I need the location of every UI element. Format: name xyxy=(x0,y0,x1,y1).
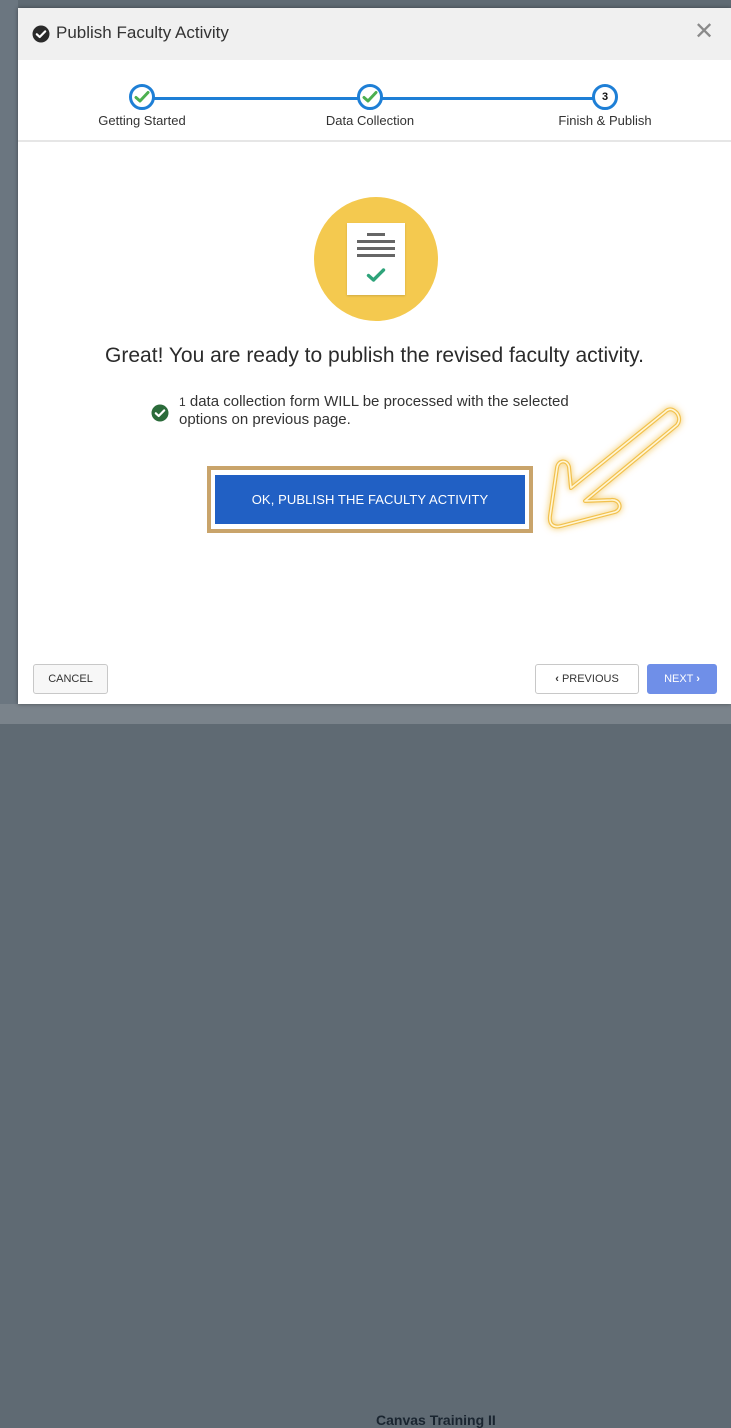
page-backdrop xyxy=(0,0,18,724)
background-page-text: Canvas Training II xyxy=(376,1412,496,1428)
step-3-label: Finish & Publish xyxy=(558,113,652,128)
form-count: 1 xyxy=(179,395,186,409)
chevron-right-icon: › xyxy=(696,673,700,685)
modal-header: Publish Faculty Activity ✕ xyxy=(18,8,731,61)
previous-label: PREVIOUS xyxy=(561,673,619,685)
step-2-label: Data Collection xyxy=(325,113,415,128)
check-icon xyxy=(362,91,378,103)
next-label: NEXT xyxy=(664,673,694,685)
note-body: data collection form WILL be processed w… xyxy=(179,393,569,428)
step-1-complete-node xyxy=(129,84,155,110)
check-icon xyxy=(134,91,150,103)
document-icon xyxy=(347,223,405,295)
next-button[interactable]: NEXT › xyxy=(647,664,717,694)
modal-title: Publish Faculty Activity xyxy=(56,23,229,42)
page-backdrop-bottom: Canvas Training II xyxy=(0,704,731,1428)
close-icon[interactable]: ✕ xyxy=(692,20,716,44)
check-icon xyxy=(366,268,386,282)
step-3-number: 3 xyxy=(601,91,609,103)
document-check-illustration xyxy=(314,197,438,321)
check-circle-icon xyxy=(32,25,50,43)
previous-button[interactable]: ‹ PREVIOUS xyxy=(535,664,639,694)
ready-headline: Great! You are ready to publish the revi… xyxy=(105,344,644,367)
step-1-label: Getting Started xyxy=(98,113,186,128)
cancel-button[interactable]: CANCEL xyxy=(33,664,108,694)
step-2-complete-node xyxy=(357,84,383,110)
publish-modal: Publish Faculty Activity ✕ Getting Start… xyxy=(18,8,731,704)
annotation-arrow-icon xyxy=(547,407,682,529)
check-circle-icon xyxy=(151,404,169,422)
publish-button[interactable]: OK, PUBLISH THE FACULTY ACTIVITY xyxy=(215,475,525,524)
step-3-current-node: 3 xyxy=(592,84,618,110)
progress-stepper: Getting Started Data Collection 3 Finish… xyxy=(18,60,731,142)
chevron-left-icon: ‹ xyxy=(555,673,559,685)
